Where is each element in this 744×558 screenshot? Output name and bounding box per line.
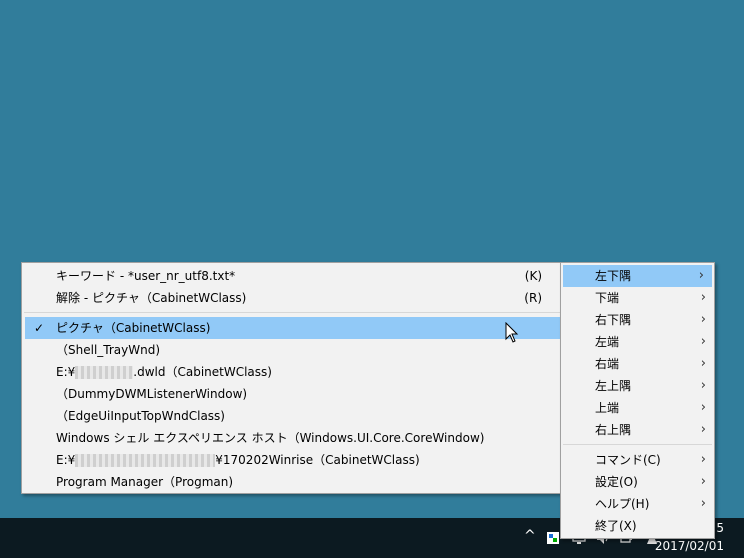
position-label: 下端 <box>595 291 620 305</box>
app-tray-icon[interactable] <box>546 530 560 546</box>
help-label: ヘルプ(H) <box>595 497 650 511</box>
window-item-label: E:¥ ¥170202Winrise（CabinetWClass) <box>56 453 420 467</box>
keyword-accelerator: (K) <box>524 269 542 283</box>
settings-label: 設定(O) <box>595 475 638 489</box>
chevron-right-icon: › <box>700 474 706 489</box>
window-item-dummy-dwm[interactable]: （DummyDWMListenerWindow) <box>22 383 563 405</box>
window-item-winrise-folder[interactable]: E:¥ ¥170202Winrise（CabinetWClass) <box>22 449 563 471</box>
release-menu-item[interactable]: 解除 - ピクチャ（CabinetWClass) (R) <box>22 287 563 309</box>
settings-menu-item[interactable]: 設定(O) › <box>561 471 714 493</box>
position-label: 右下隅 <box>595 313 632 327</box>
position-label: 右端 <box>595 357 620 371</box>
exit-menu-item[interactable]: 終了(X) <box>561 515 714 537</box>
window-item-label: （EdgeUiInputTopWndClass) <box>56 409 225 423</box>
chevron-right-icon: › <box>700 334 706 349</box>
window-item-shell-experience-host[interactable]: Windows シェル エクスペリエンス ホスト（Windows.UI.Core… <box>22 427 563 449</box>
chevron-right-icon: › <box>698 268 704 283</box>
position-label: 左端 <box>595 335 620 349</box>
position-top-left[interactable]: 左上隅 › <box>561 375 714 397</box>
menu-separator <box>24 312 561 313</box>
window-item-edge-ui[interactable]: （EdgeUiInputTopWndClass) <box>22 405 563 427</box>
window-item-label: ピクチャ（CabinetWClass) <box>56 321 211 335</box>
window-item-label: Program Manager（Progman) <box>56 475 234 489</box>
clock-date: 2017/02/01 <box>654 539 724 553</box>
chevron-right-icon: › <box>700 400 706 415</box>
chevron-right-icon: › <box>700 312 706 327</box>
position-bottom-left[interactable]: 左下隅 › <box>563 265 712 287</box>
chevron-right-icon: › <box>700 452 706 467</box>
position-menu: 左下隅 › 下端 › 右下隅 › 左端 › 右端 › 左上隅 › 上端 › 右上… <box>560 262 715 539</box>
release-accelerator: (R) <box>524 291 542 305</box>
window-item-pictures[interactable]: ✓ ピクチャ（CabinetWClass) <box>25 317 560 339</box>
position-bottom-right[interactable]: 右下隅 › <box>561 309 714 331</box>
keyword-menu-item[interactable]: キーワード - *user_nr_utf8.txt* (K) <box>22 265 563 287</box>
chevron-right-icon: › <box>700 356 706 371</box>
window-item-label: （DummyDWMListenerWindow) <box>56 387 248 401</box>
redacted-path <box>75 454 216 467</box>
window-item-label: E:¥ .dwld（CabinetWClass) <box>56 365 272 379</box>
window-item-label: Windows シェル エクスペリエンス ホスト（Windows.UI.Core… <box>56 431 485 445</box>
chevron-right-icon: › <box>700 378 706 393</box>
checkmark-icon: ✓ <box>33 321 45 335</box>
position-right[interactable]: 右端 › <box>561 353 714 375</box>
help-menu-item[interactable]: ヘルプ(H) › <box>561 493 714 515</box>
redacted-path <box>75 366 134 379</box>
chevron-right-icon: › <box>700 422 706 437</box>
chevron-right-icon: › <box>700 496 706 511</box>
release-label: 解除 - ピクチャ（CabinetWClass) <box>56 291 247 305</box>
show-hidden-icons-icon[interactable]: ^ <box>524 528 536 544</box>
window-item-dwld-folder[interactable]: E:¥ .dwld（CabinetWClass) <box>22 361 563 383</box>
window-item-label: （Shell_TrayWnd) <box>56 343 160 357</box>
position-label: 右上隅 <box>595 423 632 437</box>
window-item-program-manager[interactable]: Program Manager（Progman) <box>22 471 563 493</box>
command-menu-item[interactable]: コマンド(C) › <box>561 449 714 471</box>
chevron-right-icon: › <box>700 290 706 305</box>
position-label: 左下隅 <box>595 269 632 283</box>
menu-separator <box>563 444 712 445</box>
mouse-cursor-icon <box>505 322 519 343</box>
position-bottom[interactable]: 下端 › <box>561 287 714 309</box>
position-top-right[interactable]: 右上隅 › <box>561 419 714 441</box>
position-label: 左上隅 <box>595 379 632 393</box>
window-item-shell-traywnd[interactable]: （Shell_TrayWnd) <box>22 339 563 361</box>
position-label: 上端 <box>595 401 620 415</box>
command-label: コマンド(C) <box>595 453 661 467</box>
exit-label: 終了(X) <box>595 519 637 533</box>
window-list-menu: キーワード - *user_nr_utf8.txt* (K) 解除 - ピクチャ… <box>21 262 564 494</box>
keyword-label: キーワード - *user_nr_utf8.txt* <box>56 269 236 283</box>
position-left[interactable]: 左端 › <box>561 331 714 353</box>
position-top[interactable]: 上端 › <box>561 397 714 419</box>
